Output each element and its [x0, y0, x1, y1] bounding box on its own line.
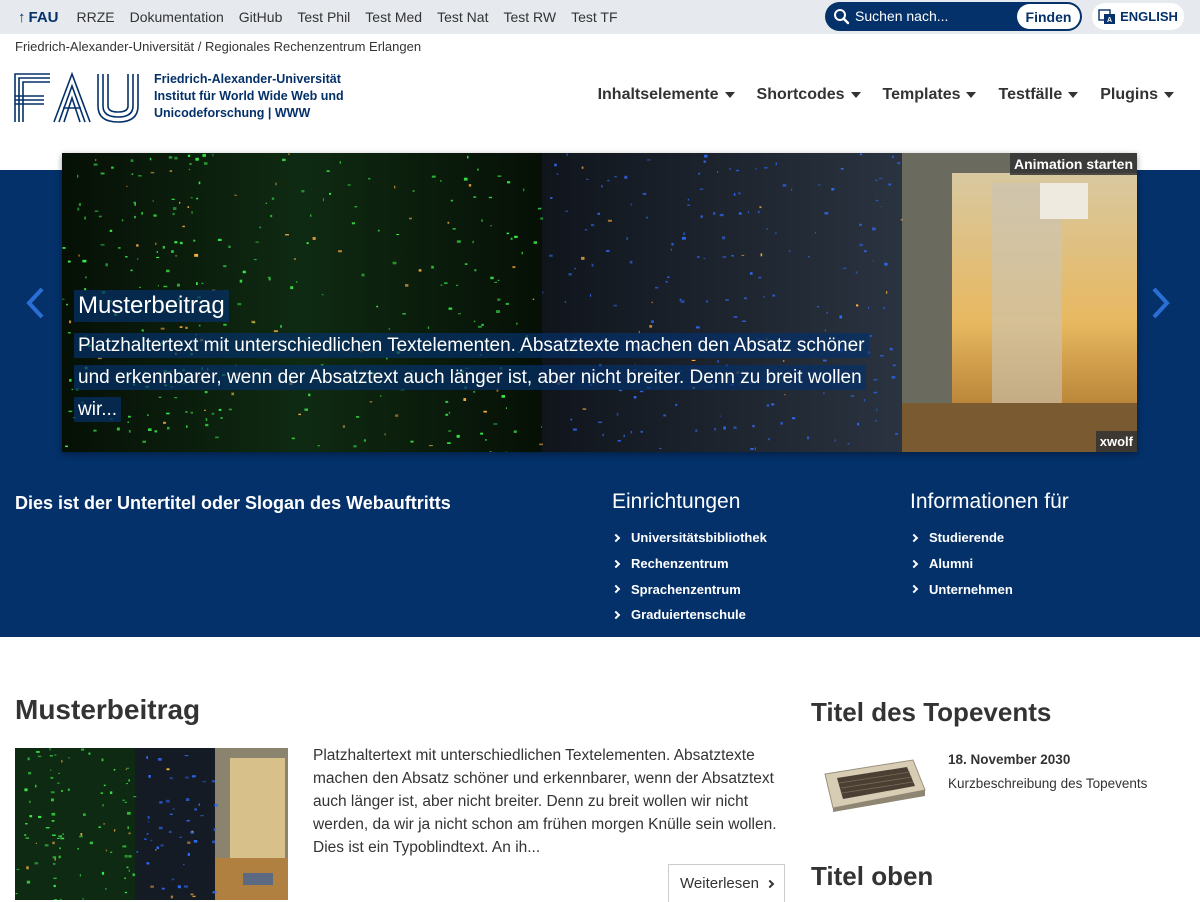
informationen-title: Informationen für [910, 490, 1069, 514]
nav-shortcodes[interactable]: Shortcodes [757, 86, 861, 104]
post-thumbnail[interactable] [15, 748, 288, 900]
fau-home-link[interactable]: ↑ FAU [18, 9, 59, 26]
meta-link-test-rw[interactable]: Test RW [503, 9, 556, 25]
meta-link-test-med[interactable]: Test Med [365, 9, 422, 25]
link-universitaetsbibliothek[interactable]: Universitätsbibliothek [612, 525, 767, 551]
meta-link-test-tf[interactable]: Test TF [571, 9, 617, 25]
nav-inhaltselemente[interactable]: Inhaltselemente [598, 86, 735, 104]
language-icon: A [1098, 9, 1116, 25]
language-switch[interactable]: A ENGLISH [1092, 3, 1184, 30]
chevron-right-icon [766, 879, 774, 887]
meta-link-rrze[interactable]: RRZE [77, 9, 115, 25]
meta-nav: ↑ FAU RRZE Dokumentation GitHub Test Phi… [18, 0, 633, 34]
search-icon [833, 8, 850, 25]
chevron-right-icon [910, 585, 918, 593]
event-description: Kurzbeschreibung des Topevents [948, 776, 1147, 791]
caret-down-icon [966, 92, 976, 98]
nav-testfaelle[interactable]: Testfälle [998, 86, 1078, 104]
animation-start-button[interactable]: Animation starten [1010, 153, 1137, 175]
caret-down-icon [851, 92, 861, 98]
link-alumni[interactable]: Alumni [910, 551, 1013, 577]
caret-down-icon [1068, 92, 1078, 98]
caret-down-icon [725, 92, 735, 98]
meta-link-dokumentation[interactable]: Dokumentation [130, 9, 224, 25]
main-nav: Inhaltselemente Shortcodes Templates Tes… [576, 86, 1174, 104]
search-form: Suchen nach... Finden [825, 2, 1082, 31]
hero-slider: Animation starten xwolf Musterbeitrag Pl… [62, 153, 1137, 452]
nav-plugins[interactable]: Plugins [1100, 86, 1174, 104]
event-date[interactable]: 18. November 2030 [948, 752, 1070, 767]
chevron-right-icon [910, 559, 918, 567]
einrichtungen-list: Universitätsbibliothek Rechenzentrum Spr… [612, 525, 767, 628]
slide-title[interactable]: Musterbeitrag [74, 290, 229, 322]
search-button[interactable]: Finden [1017, 4, 1080, 29]
link-unternehmen[interactable]: Unternehmen [910, 576, 1013, 602]
chevron-right-icon [612, 559, 620, 567]
post-excerpt: Platzhaltertext mit unterschiedlichen Te… [313, 744, 785, 859]
einrichtungen-title: Einrichtungen [612, 490, 740, 514]
meta-link-github[interactable]: GitHub [239, 9, 283, 25]
second-sidebar-title: Titel oben [811, 861, 933, 892]
meta-link-test-phil[interactable]: Test Phil [297, 9, 350, 25]
slider-prev-icon[interactable] [24, 286, 46, 320]
link-sprachenzentrum[interactable]: Sprachenzentrum [612, 576, 767, 602]
fau-logo[interactable] [14, 72, 142, 129]
topevents-title: Titel des Topevents [811, 697, 1051, 728]
link-studierende[interactable]: Studierende [910, 525, 1013, 551]
chevron-right-icon [612, 611, 620, 619]
informationen-list: Studierende Alumni Unternehmen [910, 525, 1013, 602]
fau-logo-mark [14, 72, 142, 124]
chevron-right-icon [612, 534, 620, 542]
server-room-thumbnail [15, 748, 288, 900]
meta-link-test-nat[interactable]: Test Nat [437, 9, 488, 25]
chevron-right-icon [612, 585, 620, 593]
caret-down-icon [1164, 92, 1174, 98]
search-input[interactable]: Suchen nach... [855, 8, 948, 24]
institute-name[interactable]: Friedrich-Alexander-Universität Institut… [154, 71, 344, 122]
slider-next-icon[interactable] [1150, 286, 1172, 320]
nav-templates[interactable]: Templates [883, 86, 977, 104]
chevron-right-icon [910, 534, 918, 542]
arrow-up-icon: ↑ [18, 9, 26, 26]
organization-line: Friedrich-Alexander-Universität / Region… [15, 39, 421, 54]
slide-text: Platzhaltertext mit unterschiedlichen Te… [74, 330, 879, 426]
svg-text:A: A [1107, 17, 1112, 24]
link-rechenzentrum[interactable]: Rechenzentrum [612, 551, 767, 577]
link-graduiertenschule[interactable]: Graduiertenschule [612, 602, 767, 628]
post-title[interactable]: Musterbeitrag [15, 694, 200, 726]
image-credit: xwolf [1096, 431, 1137, 452]
read-more-button[interactable]: Weiterlesen [668, 864, 785, 902]
c64-computer-image[interactable] [815, 752, 927, 812]
site-slogan: Dies ist der Untertitel oder Slogan des … [15, 493, 451, 514]
